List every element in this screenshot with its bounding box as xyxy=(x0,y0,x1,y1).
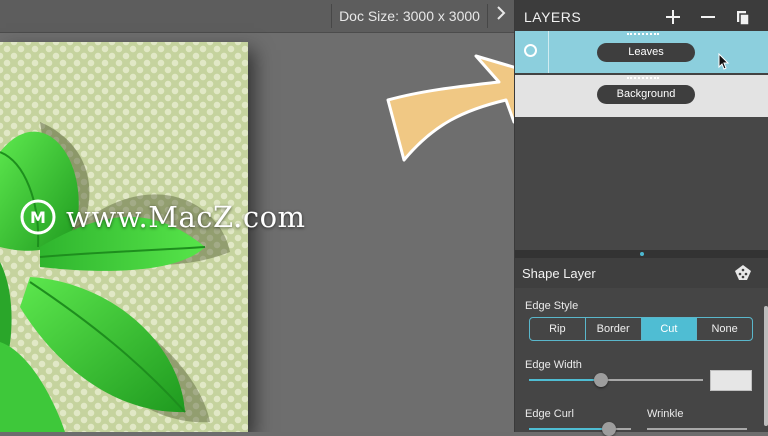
macz-logo-icon: M xyxy=(20,199,56,235)
edge-width-slider-fill xyxy=(529,379,601,381)
layer-drag-handle[interactable] xyxy=(627,77,659,81)
panel-resize-handle[interactable] xyxy=(515,250,768,258)
mouse-cursor-icon xyxy=(718,53,730,70)
edge-style-segmented-control: Rip Border Cut None xyxy=(529,317,753,341)
edge-style-rip-button[interactable]: Rip xyxy=(530,318,586,340)
wrinkle-slider-track[interactable] xyxy=(647,428,747,430)
duplicate-icon[interactable] xyxy=(732,6,754,28)
minus-icon[interactable] xyxy=(697,6,719,28)
edge-style-border-button[interactable]: Border xyxy=(586,318,642,340)
doc-size-readout: Doc Size: 3000 x 3000 xyxy=(331,4,488,28)
document-canvas[interactable] xyxy=(0,42,248,432)
chevron-right-icon[interactable] xyxy=(490,4,512,28)
layer-name-leaves[interactable]: Leaves xyxy=(597,43,695,62)
edge-style-label: Edge Style xyxy=(525,300,579,312)
layer-name-background[interactable]: Background xyxy=(597,85,695,104)
layers-empty-area xyxy=(515,117,768,250)
edge-width-slider-knob[interactable] xyxy=(594,373,608,387)
layer-row-leaves[interactable]: Leaves xyxy=(515,31,768,73)
leaf-artwork xyxy=(0,122,230,432)
visibility-toggle-icon[interactable] xyxy=(524,44,537,57)
layers-title: LAYERS xyxy=(524,9,582,25)
resize-dot-icon xyxy=(640,252,644,256)
panel-scrollbar[interactable] xyxy=(764,306,768,426)
shape-layer-title: Shape Layer xyxy=(522,266,596,281)
layer-visibility-cell xyxy=(515,31,549,73)
edge-curl-label: Edge Curl xyxy=(525,408,574,420)
layer-row-background[interactable]: Background xyxy=(515,75,768,117)
watermark-text: www.MacZ.com xyxy=(66,200,306,234)
right-panel: LAYERS Leaves Background Shape Layer Edg… xyxy=(514,0,768,436)
edge-width-color-swatch[interactable] xyxy=(710,370,752,391)
layer-drag-handle[interactable] xyxy=(627,33,659,37)
layers-header: LAYERS xyxy=(515,0,768,32)
edge-style-cut-button[interactable]: Cut xyxy=(641,318,698,340)
edge-style-none-button[interactable]: None xyxy=(697,318,752,340)
top-toolbar: Doc Size: 3000 x 3000 xyxy=(0,0,514,33)
edge-curl-slider-fill xyxy=(529,428,609,430)
svg-text:M: M xyxy=(30,208,46,227)
wrinkle-label: Wrinkle xyxy=(647,408,684,420)
watermark: M www.MacZ.com xyxy=(20,197,306,237)
dice-icon[interactable] xyxy=(733,263,753,283)
shape-layer-header: Shape Layer xyxy=(515,258,768,288)
plus-icon[interactable] xyxy=(662,6,684,28)
edge-curl-slider-knob[interactable] xyxy=(602,422,616,436)
edge-width-label: Edge Width xyxy=(525,359,582,371)
